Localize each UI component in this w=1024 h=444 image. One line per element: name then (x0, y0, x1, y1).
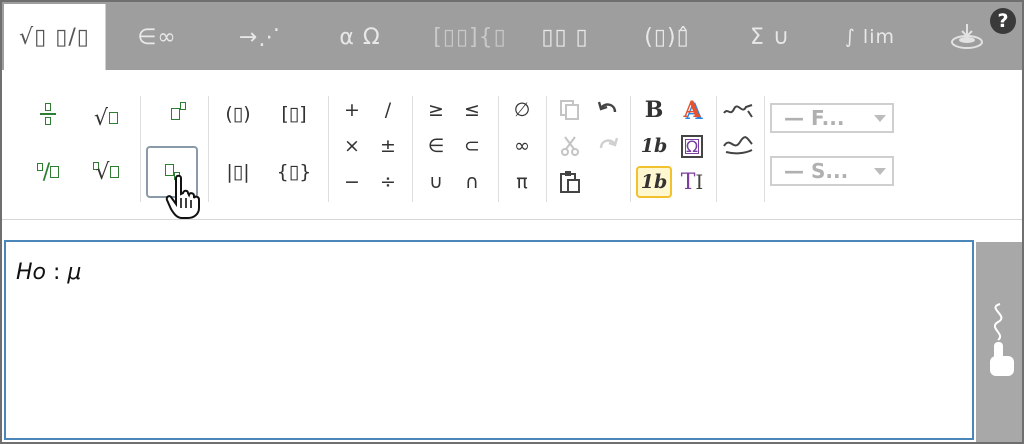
nth-root-button[interactable]: √ (86, 156, 126, 188)
tab-arrows[interactable]: →⋰ (220, 4, 300, 70)
undo-button[interactable] (588, 94, 628, 126)
math-editor-window: √▯ ▯/▯ ∈∞ →⋰ α Ω [▯▯]{▯ ▯▯ ▯ (▯)▯̂ Σ ∪ ∫… (0, 0, 1024, 444)
paste-button[interactable] (550, 166, 590, 198)
minus-button[interactable]: − (332, 166, 372, 198)
text-mode-button[interactable]: TI (672, 166, 712, 198)
parentheses-button[interactable]: (▯) (218, 98, 258, 130)
superscript-button[interactable] (158, 98, 198, 130)
color-palette-icon: A (683, 97, 701, 123)
stack-icon (951, 24, 983, 49)
curly-brackets-button[interactable]: {▯} (274, 156, 314, 188)
font-family-select[interactable]: — F... (770, 103, 894, 133)
toolbar: √ / √ (▯) [▯] |▯| {▯} + / × ± − ÷ ≥ ≤ ∈ … (2, 70, 1022, 220)
tab-matrices[interactable]: [▯▯]{▯ (420, 4, 520, 70)
omega-box-icon: Ω (680, 134, 704, 158)
greater-equal-button[interactable]: ≥ (416, 94, 456, 126)
formula-mu: μ (67, 260, 82, 285)
tab-more[interactable] (942, 4, 992, 70)
help-icon[interactable]: ? (990, 8, 1016, 34)
tab-scripts[interactable]: ▯▯ ▯ (530, 4, 600, 70)
tab-greek[interactable]: α Ω (320, 4, 400, 70)
times-button[interactable]: × (332, 130, 372, 162)
fraction-button[interactable] (28, 98, 68, 130)
tab-general[interactable]: √▯ ▯/▯ (4, 4, 106, 70)
square-brackets-button[interactable]: [▯] (274, 98, 314, 130)
intersection-button[interactable]: ∩ (452, 166, 492, 198)
rtl-text-button[interactable] (718, 94, 758, 126)
special-characters-button[interactable]: Ω (672, 130, 712, 162)
rtl-arabic-icon (723, 104, 753, 118)
color-button[interactable]: A (672, 94, 712, 126)
division-button[interactable]: ÷ (368, 166, 408, 198)
sqrt-button[interactable]: √ (86, 102, 126, 134)
plus-minus-button[interactable]: ± (368, 130, 408, 162)
empty-set-button[interactable]: ∅ (502, 94, 542, 126)
tab-symbols[interactable]: ∈∞ (112, 4, 202, 70)
subset-button[interactable]: ⊂ (452, 130, 492, 162)
union-button[interactable]: ∪ (416, 166, 456, 198)
pi-button[interactable]: π (502, 166, 542, 198)
redo-icon (599, 137, 619, 149)
tab-calculus[interactable]: ∫ lim (830, 4, 910, 70)
font-size-select[interactable]: — S... (770, 156, 894, 186)
rtl-arabic-script-icon (723, 136, 753, 155)
infinity-button[interactable]: ∞ (502, 130, 542, 162)
bevelled-fraction-button[interactable]: / (28, 156, 68, 188)
handwriting-panel[interactable] (976, 242, 1022, 442)
fraction-icon (40, 103, 56, 125)
dropdown-arrow-icon (874, 115, 886, 122)
nth-root-icon: √ (93, 160, 119, 185)
formula-editor-area[interactable]: Ho : μ (4, 240, 974, 440)
bevelled-fraction-icon: / (36, 160, 60, 185)
copy-button[interactable] (550, 94, 590, 126)
scissors-icon (561, 136, 579, 156)
clipboard-icon (560, 171, 580, 193)
divide-slash-button[interactable]: / (368, 94, 408, 126)
superscript-icon (170, 102, 186, 120)
handwriting-icon (990, 303, 1014, 376)
dropdown-arrow-icon (874, 168, 886, 175)
math-italic-button[interactable]: 1b (634, 130, 674, 162)
rtl-formula-button[interactable] (718, 128, 758, 160)
text-style-button[interactable]: 1b (636, 166, 672, 198)
formula-separator: : (46, 260, 68, 285)
element-of-button[interactable]: ∈ (416, 130, 456, 162)
tab-big-operators[interactable]: Σ ∪ (730, 4, 810, 70)
sqrt-icon: √ (93, 105, 109, 131)
hand-cursor-icon (165, 174, 200, 219)
less-equal-button[interactable]: ≤ (452, 94, 492, 126)
plus-button[interactable]: + (332, 94, 372, 126)
bold-button[interactable]: B (634, 94, 674, 126)
formula-variable: Ho (16, 260, 47, 285)
formula-content: Ho : μ (16, 260, 81, 285)
tab-decorations[interactable]: (▯)▯̂ (622, 4, 712, 70)
tab-bar: √▯ ▯/▯ ∈∞ →⋰ α Ω [▯▯]{▯ ▯▯ ▯ (▯)▯̂ Σ ∪ ∫… (2, 2, 1022, 70)
copy-icon (560, 100, 579, 120)
undo-icon (597, 101, 617, 113)
redo-button[interactable] (588, 130, 628, 162)
cut-button[interactable] (550, 130, 590, 162)
absolute-value-button[interactable]: |▯| (218, 156, 258, 188)
